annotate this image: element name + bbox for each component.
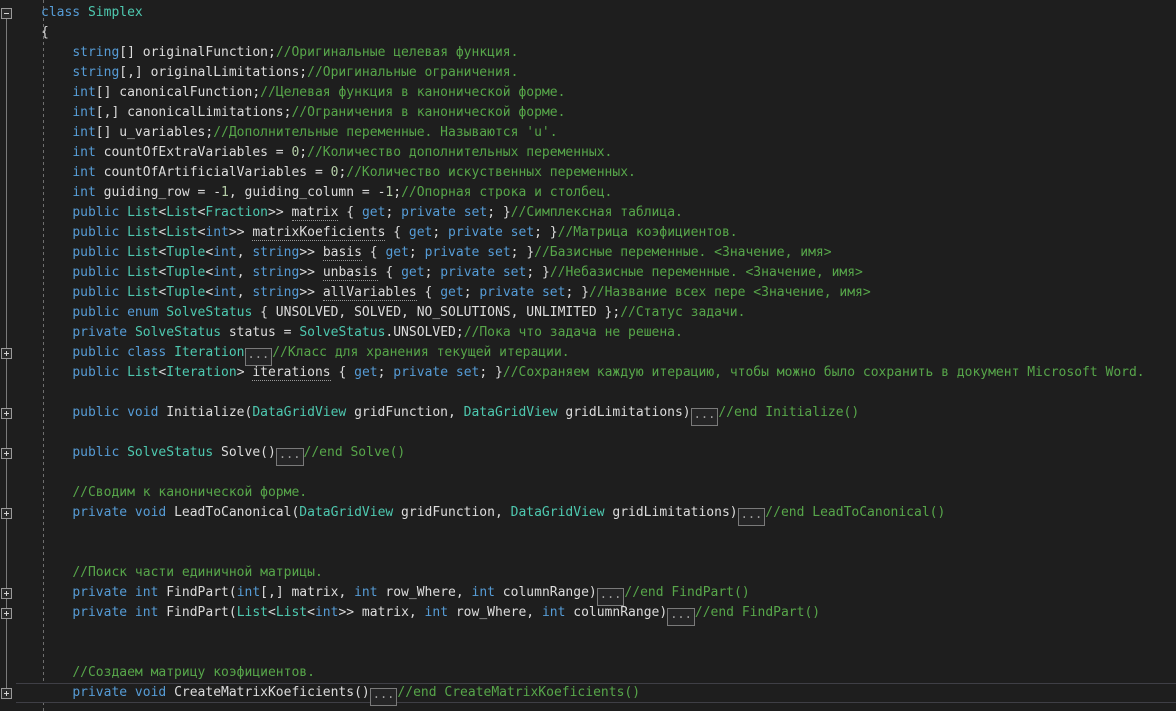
collapsed-region-block[interactable]: ... [667,608,695,626]
code-line[interactable]: int countOfExtraVariables = 0;//Количест… [0,143,612,163]
code-line[interactable]: private int FindPart(int[,] matrix, int … [0,583,750,603]
fold-marker-creatematrixkoeficients-icon[interactable] [1,688,12,699]
code-line[interactable]: //Создаем матрицу коэфициентов. [0,663,315,683]
code-line[interactable]: public List<Tuple<int, string>> unbasis … [0,263,863,283]
code-line[interactable]: public List<List<int>> matrixKoeficients… [0,223,738,243]
fold-marker-class-iteration-icon[interactable] [1,348,12,359]
code-line[interactable]: public List<Iteration> iterations { get;… [0,363,1145,383]
code-line[interactable]: public List<List<Fraction>> matrix { get… [0,203,683,223]
code-line[interactable]: //Поиск части единичной матрицы. [0,563,323,583]
code-text-area[interactable]: class Simplex { string[] originalFunctio… [0,0,1176,711]
code-line[interactable]: int guiding_row = -1, guiding_column = -… [0,183,612,203]
code-line[interactable]: private int FindPart(List<List<int>> mat… [0,603,820,623]
collapsed-region-block[interactable]: ... [276,448,304,466]
code-editor[interactable]: class Simplex { string[] originalFunctio… [0,0,1176,711]
fold-marker-solve-icon[interactable] [1,448,12,459]
code-line[interactable]: int[] u_variables;//Дополнительные перем… [0,123,558,143]
fold-marker-findpart-1-icon[interactable] [1,588,12,599]
fold-marker-findpart-2-icon[interactable] [1,608,12,619]
collapsed-region-block[interactable]: ... [738,508,766,526]
code-line[interactable]: public SolveStatus Solve()...//end Solve… [0,443,405,463]
code-line-current[interactable]: private void CreateMatrixKoeficients()..… [16,683,1176,703]
code-line[interactable]: int countOfArtificialVariables = 0;//Кол… [0,163,636,183]
code-line[interactable]: class Simplex [0,3,143,23]
code-line[interactable]: public void Initialize(DataGridView grid… [0,403,859,423]
code-line[interactable]: public List<Tuple<int, string>> basis { … [0,243,832,263]
fold-marker-initialize-icon[interactable] [1,408,12,419]
code-line[interactable]: string[,] originalLimitations;//Оригинал… [0,63,518,83]
code-line[interactable]: public class Iteration...//Класс для хра… [0,343,570,363]
code-line[interactable]: int[,] canonicalLimitations;//Ограничени… [0,103,565,123]
code-line[interactable]: string[] originalFunction;//Оригинальные… [0,43,518,63]
code-line[interactable]: int[] canonicalFunction;//Целевая функци… [0,83,565,103]
fold-marker-class-simplex-icon[interactable] [1,8,12,19]
outlining-gutter[interactable] [0,0,16,711]
collapsed-region-block[interactable]: ... [691,408,719,426]
code-line[interactable]: public enum SolveStatus { UNSOLVED, SOLV… [0,303,745,323]
code-line[interactable]: private void LeadToCanonical(DataGridVie… [0,503,945,523]
code-line[interactable]: private SolveStatus status = SolveStatus… [0,323,683,343]
fold-marker-leadtocanonical-icon[interactable] [1,508,12,519]
code-line[interactable]: //Сводим к канонической форме. [0,483,307,503]
collapsed-region-block[interactable]: ... [370,688,398,706]
code-line[interactable]: public List<Tuple<int, string>> allVaria… [0,283,871,303]
